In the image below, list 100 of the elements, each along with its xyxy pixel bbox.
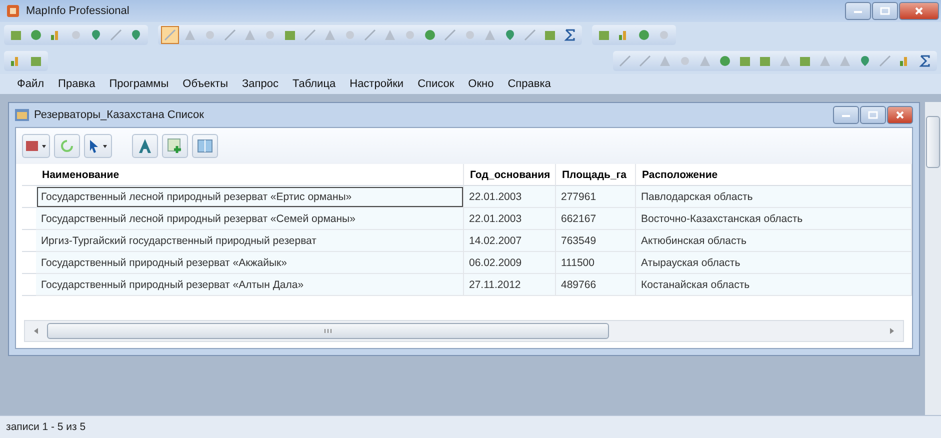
triangle-icon (698, 54, 712, 68)
pin-icon (89, 28, 103, 42)
line-icon (638, 54, 652, 68)
add-column-button[interactable] (162, 134, 188, 158)
line-icon (303, 28, 317, 42)
triangle-icon (778, 54, 792, 68)
table-cell: Восточно-Казахстанская область (636, 208, 912, 230)
square-icon (9, 28, 23, 42)
pin-icon (503, 28, 517, 42)
menu-item[interactable]: Файл (10, 78, 52, 90)
menu-item[interactable]: Программы (102, 78, 176, 90)
table-cell: 06.02.2009 (464, 252, 556, 274)
circle-icon (69, 28, 83, 42)
minimize-icon (853, 8, 863, 14)
columns-icon (197, 138, 213, 154)
grip-icon (323, 328, 333, 334)
table-cell: 763549 (556, 230, 636, 252)
vertical-scrollbar[interactable] (925, 102, 941, 415)
maximize-button[interactable] (872, 2, 898, 20)
square-icon (758, 54, 772, 68)
refresh-icon (60, 139, 74, 153)
triangle-icon (483, 28, 497, 42)
triangle-icon (243, 28, 257, 42)
pin-icon (858, 54, 872, 68)
line-icon (443, 28, 457, 42)
table-cell: Актюбинская область (636, 230, 912, 252)
table-cell: 662167 (556, 208, 636, 230)
horizontal-scrollbar[interactable] (24, 320, 904, 342)
pointer-button[interactable] (84, 134, 112, 158)
table-cell: 27.11.2012 (464, 274, 556, 296)
circle-icon (463, 28, 477, 42)
minimize-button[interactable] (833, 106, 859, 124)
close-icon (914, 6, 924, 16)
pin-icon (129, 28, 143, 42)
maximize-icon (880, 7, 890, 15)
minimize-button[interactable] (845, 2, 871, 20)
maximize-icon (868, 111, 878, 119)
menu-item[interactable]: Объекты (176, 78, 236, 90)
table-cell: Павлодарская область (636, 186, 912, 208)
menu-item[interactable]: Справка (500, 78, 558, 90)
window-title: Резерваторы_Казахстана Список (34, 109, 204, 121)
add-column-icon (167, 138, 183, 154)
circle-icon (403, 28, 417, 42)
table-cell: 14.02.2007 (464, 230, 556, 252)
square-icon (738, 54, 752, 68)
toolbar-button[interactable] (161, 26, 179, 44)
line-icon (363, 28, 377, 42)
square-icon (29, 54, 43, 68)
columns-button[interactable] (192, 134, 218, 158)
sort-icon (25, 139, 47, 153)
table-cell: 111500 (556, 252, 636, 274)
close-button[interactable] (887, 106, 913, 124)
line-icon (109, 28, 123, 42)
menu-item[interactable]: Запрос (235, 78, 286, 90)
triangle-icon (323, 28, 337, 42)
pointer-icon (87, 139, 109, 153)
table-cell: Костанайская область (636, 274, 912, 296)
line-icon (163, 28, 177, 42)
status-text: записи 1 - 5 из 5 (6, 421, 86, 433)
triangle-icon (658, 54, 672, 68)
table-cell: Атырауская область (636, 252, 912, 274)
font-icon (137, 138, 153, 154)
line-icon (878, 54, 892, 68)
circle-icon (343, 28, 357, 42)
app-icon (6, 4, 20, 18)
scroll-thumb[interactable] (47, 323, 609, 339)
circle-icon (657, 28, 671, 42)
close-icon (895, 110, 905, 120)
table-cell: Государственный лесной природный резерват «Семей орманы» (36, 208, 464, 230)
table-cell: 22.01.2003 (464, 186, 556, 208)
table-cell: 22.01.2003 (464, 208, 556, 230)
line-icon (223, 28, 237, 42)
sigma-icon (918, 54, 932, 68)
triangle-icon (818, 54, 832, 68)
menu-item[interactable]: Список (410, 78, 462, 90)
menu-item[interactable]: Настройки (342, 78, 411, 90)
window-title: MapInfo Professional (26, 5, 130, 17)
table-cell: Государственный природный резерват «Алтын Дала» (36, 274, 464, 296)
sort-button[interactable] (22, 134, 50, 158)
table-cell: 277961 (556, 186, 636, 208)
circle-icon (678, 54, 692, 68)
restore-button[interactable] (860, 106, 886, 124)
triangle-icon (383, 28, 397, 42)
circle-icon (263, 28, 277, 42)
square-icon (798, 54, 812, 68)
line-icon (523, 28, 537, 42)
menu-item[interactable]: Таблица (285, 78, 343, 90)
menu-item[interactable]: Окно (461, 78, 501, 90)
circle-icon (203, 28, 217, 42)
menu-item[interactable]: Правка (51, 78, 102, 90)
table-cell: Государственный лесной природный резерват «Ертис орманы» (36, 186, 464, 208)
table-cell: Государственный природный резерват «Акжайык» (36, 252, 464, 274)
square-icon (283, 28, 297, 42)
font-button[interactable] (132, 134, 158, 158)
line-icon (618, 54, 632, 68)
table-cell: Иргиз-Тургайский государственный природный резерват (36, 230, 464, 252)
minimize-icon (841, 112, 851, 118)
square-icon (543, 28, 557, 42)
close-button[interactable] (899, 2, 939, 20)
triangle-icon (838, 54, 852, 68)
